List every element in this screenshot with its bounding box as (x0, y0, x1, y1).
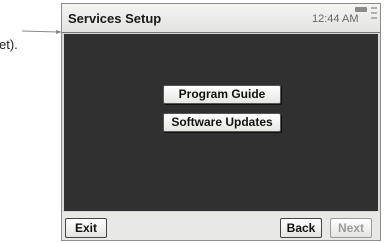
bottom-bar: Exit Back Next (62, 212, 380, 240)
document-margin-text: et). (0, 37, 18, 52)
program-guide-button[interactable]: Program Guide (163, 85, 281, 104)
device-window: Services Setup 12:44 AM Program Guide So… (61, 3, 381, 241)
back-button[interactable]: Back (280, 218, 322, 238)
next-button[interactable]: Next (330, 218, 372, 238)
menu-icon[interactable] (371, 7, 377, 25)
main-screen: Program Guide Software Updates (64, 34, 378, 211)
callout-line (22, 30, 62, 34)
battery-icon (355, 7, 367, 12)
software-updates-button[interactable]: Software Updates (163, 113, 281, 132)
title-bar: Services Setup 12:44 AM (62, 4, 380, 33)
exit-button[interactable]: Exit (65, 218, 107, 238)
window-title: Services Setup (68, 11, 162, 26)
clock: 12:44 AM (312, 13, 359, 25)
